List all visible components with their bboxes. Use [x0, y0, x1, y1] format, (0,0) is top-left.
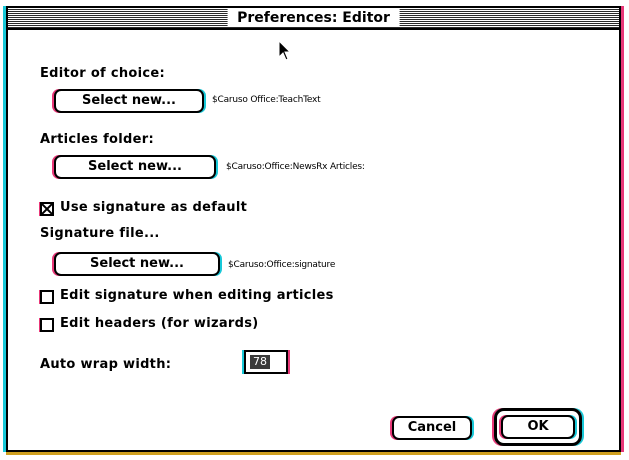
select-articles-folder-button[interactable]: Select new...	[54, 155, 216, 179]
edit-headers-label: Edit headers (for wizards)	[60, 316, 259, 331]
signature-file-label: Signature file...	[40, 226, 160, 241]
arrow-cursor-icon	[278, 40, 292, 61]
ok-button[interactable]: OK	[501, 415, 575, 439]
edit-headers-checkbox[interactable]	[40, 318, 54, 332]
articles-folder-path: $Caruso:Office:NewsRx Articles:	[226, 162, 365, 172]
auto-wrap-width-value: 78	[250, 355, 270, 369]
articles-folder-label: Articles folder:	[40, 132, 154, 147]
ok-default-ring: OK	[494, 408, 582, 446]
title-bar[interactable]: Preferences: Editor	[8, 8, 619, 30]
select-signature-file-button[interactable]: Select new...	[54, 252, 220, 276]
edit-signature-label: Edit signature when editing articles	[60, 288, 334, 303]
window-title: Preferences: Editor	[227, 9, 400, 27]
auto-wrap-width-label: Auto wrap width:	[40, 357, 172, 372]
select-editor-button[interactable]: Select new...	[54, 89, 204, 113]
use-signature-checkbox[interactable]	[40, 202, 54, 216]
signature-file-path: $Caruso:Office:signature	[228, 260, 336, 270]
editor-of-choice-label: Editor of choice:	[40, 66, 166, 81]
use-signature-label: Use signature as default	[60, 200, 248, 215]
cancel-button[interactable]: Cancel	[392, 416, 472, 440]
auto-wrap-width-field[interactable]: 78	[244, 350, 288, 374]
edit-signature-checkbox[interactable]	[40, 290, 54, 304]
editor-path: $Caruso Office:TeachText	[212, 95, 321, 105]
